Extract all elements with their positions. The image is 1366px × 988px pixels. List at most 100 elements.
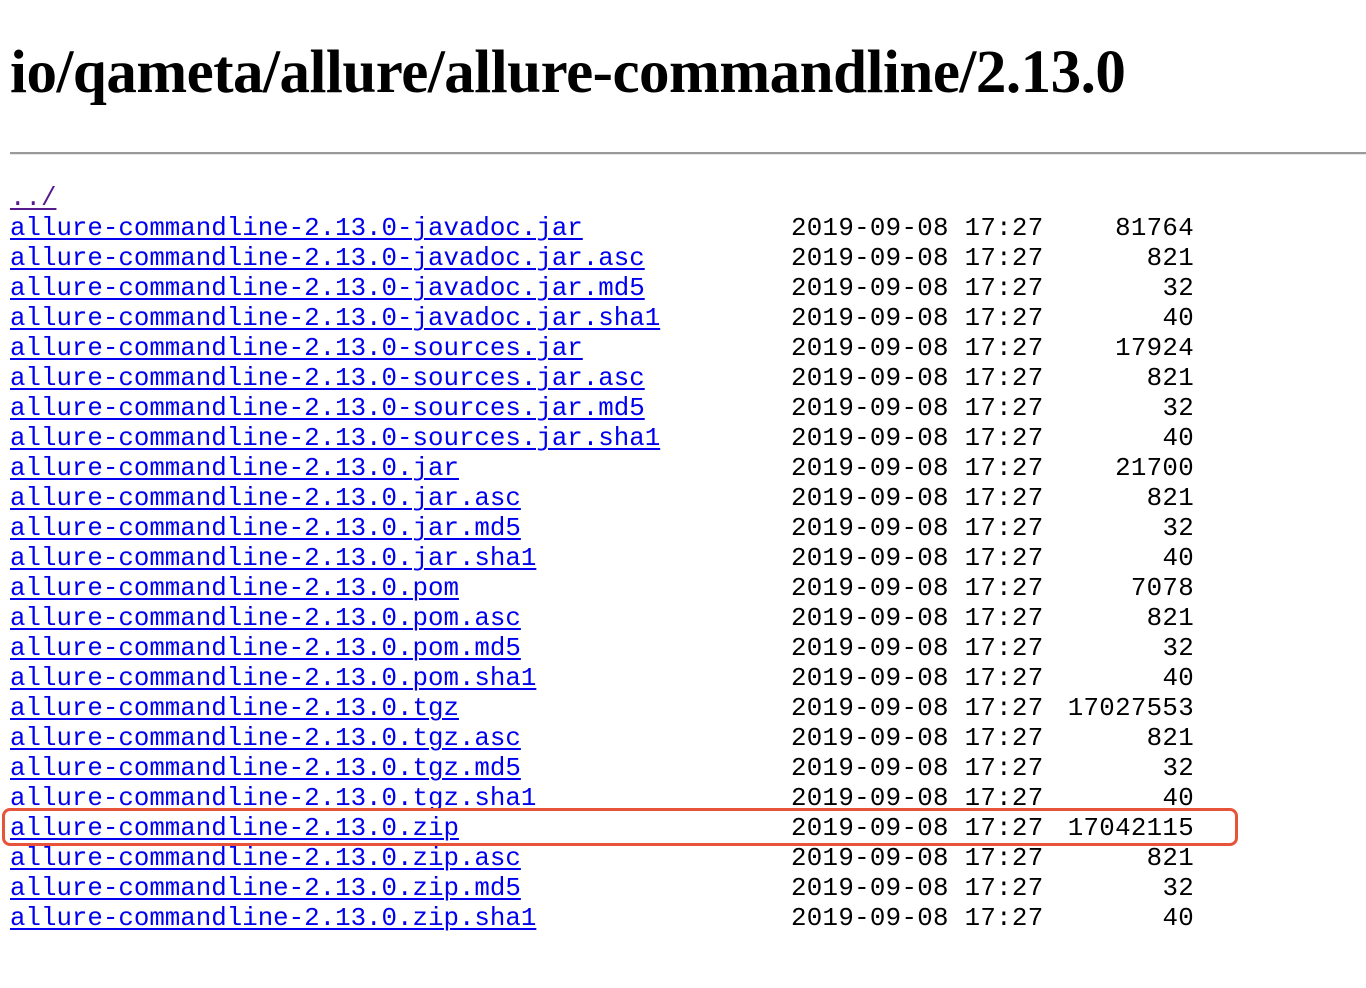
file-size: 821 [1146, 724, 1194, 753]
file-size: 32 [1162, 514, 1194, 543]
parent-directory-link[interactable]: ../ [10, 184, 56, 213]
file-link[interactable]: allure-commandline-2.13.0.zip.sha1 [10, 904, 536, 933]
file-size: 40 [1162, 304, 1194, 333]
file-size: 32 [1162, 874, 1194, 903]
file-date: 2019-09-08 17:27 [791, 274, 1044, 303]
file-row: allure-commandline-2.13.0.pom 2019-09-08… [10, 574, 1210, 604]
file-row: allure-commandline-2.13.0.tgz 2019-09-08… [10, 694, 1210, 724]
file-link[interactable]: allure-commandline-2.13.0.zip.asc [10, 844, 521, 873]
file-link[interactable]: allure-commandline-2.13.0-javadoc.jar.sh… [10, 304, 660, 333]
file-link[interactable]: allure-commandline-2.13.0-javadoc.jar.as… [10, 244, 645, 273]
file-link[interactable]: allure-commandline-2.13.0.pom.asc [10, 604, 521, 633]
file-size: 17042115 [1067, 814, 1194, 843]
file-link[interactable]: allure-commandline-2.13.0-sources.jar.md… [10, 394, 645, 423]
file-date: 2019-09-08 17:27 [791, 634, 1044, 663]
file-date: 2019-09-08 17:27 [791, 844, 1044, 873]
file-date: 2019-09-08 17:27 [791, 874, 1044, 903]
file-row: allure-commandline-2.13.0.pom.sha1 2019-… [10, 664, 1210, 694]
file-link[interactable]: allure-commandline-2.13.0.pom.md5 [10, 634, 521, 663]
file-size: 32 [1162, 274, 1194, 303]
file-date: 2019-09-08 17:27 [791, 364, 1044, 393]
file-date: 2019-09-08 17:27 [791, 334, 1044, 363]
file-row: allure-commandline-2.13.0-javadoc.jar.as… [10, 244, 1210, 274]
file-size: 821 [1146, 844, 1194, 873]
file-row: allure-commandline-2.13.0.zip.asc 2019-0… [10, 844, 1210, 874]
file-size: 40 [1162, 784, 1194, 813]
file-size: 40 [1162, 424, 1194, 453]
file-link[interactable]: allure-commandline-2.13.0-javadoc.jar [10, 214, 583, 243]
file-link[interactable]: allure-commandline-2.13.0.zip [10, 814, 459, 843]
file-row: allure-commandline-2.13.0.jar.asc 2019-0… [10, 484, 1210, 514]
file-row: allure-commandline-2.13.0-sources.jar.sh… [10, 424, 1210, 454]
file-size: 7078 [1130, 574, 1194, 603]
file-row: allure-commandline-2.13.0.jar.sha1 2019-… [10, 544, 1210, 574]
file-link[interactable]: allure-commandline-2.13.0-sources.jar [10, 334, 583, 363]
file-row: allure-commandline-2.13.0.pom.asc 2019-0… [10, 604, 1210, 634]
file-row: allure-commandline-2.13.0-sources.jar.md… [10, 394, 1210, 424]
file-size: 32 [1162, 634, 1194, 663]
file-date: 2019-09-08 17:27 [791, 724, 1044, 753]
file-date: 2019-09-08 17:27 [791, 604, 1044, 633]
file-link[interactable]: allure-commandline-2.13.0.jar.asc [10, 484, 521, 513]
file-date: 2019-09-08 17:27 [791, 214, 1044, 243]
file-link[interactable]: allure-commandline-2.13.0.pom.sha1 [10, 664, 536, 693]
file-link[interactable]: allure-commandline-2.13.0.jar.md5 [10, 514, 521, 543]
file-link[interactable]: allure-commandline-2.13.0.tgz.asc [10, 724, 521, 753]
file-row: allure-commandline-2.13.0.zip.md5 2019-0… [10, 874, 1210, 904]
file-size: 21700 [1115, 454, 1194, 483]
page-title: io/qameta/allure/allure-commandline/2.13… [10, 39, 1126, 106]
file-row: allure-commandline-2.13.0.zip.sha1 2019-… [10, 904, 1210, 934]
file-link[interactable]: allure-commandline-2.13.0.tgz [10, 694, 459, 723]
file-date: 2019-09-08 17:27 [791, 784, 1044, 813]
file-size: 81764 [1115, 214, 1194, 243]
file-date: 2019-09-08 17:27 [791, 694, 1044, 723]
file-link[interactable]: allure-commandline-2.13.0.tgz.md5 [10, 754, 521, 783]
file-row: allure-commandline-2.13.0-javadoc.jar 20… [10, 214, 1210, 244]
file-link[interactable]: allure-commandline-2.13.0.pom [10, 574, 459, 603]
file-size: 17924 [1115, 334, 1194, 363]
file-row: allure-commandline-2.13.0-javadoc.jar.md… [10, 274, 1210, 304]
file-size: 17027553 [1067, 694, 1194, 723]
file-size: 821 [1146, 604, 1194, 633]
file-date: 2019-09-08 17:27 [791, 754, 1044, 783]
file-date: 2019-09-08 17:27 [791, 544, 1044, 573]
file-row-highlighted: allure-commandline-2.13.0.zip 2019-09-08… [10, 814, 1210, 844]
file-date: 2019-09-08 17:27 [791, 454, 1044, 483]
file-date: 2019-09-08 17:27 [791, 904, 1044, 933]
file-link[interactable]: allure-commandline-2.13.0-javadoc.jar.md… [10, 274, 645, 303]
file-row: allure-commandline-2.13.0.tgz.md5 2019-0… [10, 754, 1210, 784]
file-date: 2019-09-08 17:27 [791, 664, 1044, 693]
file-row: allure-commandline-2.13.0.tgz.asc 2019-0… [10, 724, 1210, 754]
file-link[interactable]: allure-commandline-2.13.0-sources.jar.sh… [10, 424, 660, 453]
file-link[interactable]: allure-commandline-2.13.0.zip.md5 [10, 874, 521, 903]
file-row: allure-commandline-2.13.0.jar.md5 2019-0… [10, 514, 1210, 544]
file-size: 821 [1146, 244, 1194, 273]
file-row: allure-commandline-2.13.0.tgz.sha1 2019-… [10, 784, 1210, 814]
file-size: 40 [1162, 664, 1194, 693]
file-size: 821 [1146, 364, 1194, 393]
file-size: 821 [1146, 484, 1194, 513]
file-size: 32 [1162, 394, 1194, 423]
file-date: 2019-09-08 17:27 [791, 424, 1044, 453]
file-row: allure-commandline-2.13.0.jar 2019-09-08… [10, 454, 1210, 484]
file-row: allure-commandline-2.13.0.pom.md5 2019-0… [10, 634, 1210, 664]
file-date: 2019-09-08 17:27 [791, 484, 1044, 513]
file-listing: ../ allure-commandline-2.13.0-javadoc.ja… [10, 184, 1210, 934]
file-size: 40 [1162, 544, 1194, 573]
file-link[interactable]: allure-commandline-2.13.0-sources.jar.as… [10, 364, 645, 393]
file-size: 32 [1162, 754, 1194, 783]
horizontal-divider [10, 152, 1366, 155]
file-row: allure-commandline-2.13.0-javadoc.jar.sh… [10, 304, 1210, 334]
file-date: 2019-09-08 17:27 [791, 814, 1044, 843]
file-date: 2019-09-08 17:27 [791, 514, 1044, 543]
file-size: 40 [1162, 904, 1194, 933]
file-date: 2019-09-08 17:27 [791, 574, 1044, 603]
file-link[interactable]: allure-commandline-2.13.0.jar [10, 454, 459, 483]
file-row: allure-commandline-2.13.0-sources.jar.as… [10, 364, 1210, 394]
file-link[interactable]: allure-commandline-2.13.0.tgz.sha1 [10, 784, 536, 813]
file-date: 2019-09-08 17:27 [791, 304, 1044, 333]
file-link[interactable]: allure-commandline-2.13.0.jar.sha1 [10, 544, 536, 573]
file-date: 2019-09-08 17:27 [791, 244, 1044, 273]
file-date: 2019-09-08 17:27 [791, 394, 1044, 423]
file-row: allure-commandline-2.13.0-sources.jar 20… [10, 334, 1210, 364]
